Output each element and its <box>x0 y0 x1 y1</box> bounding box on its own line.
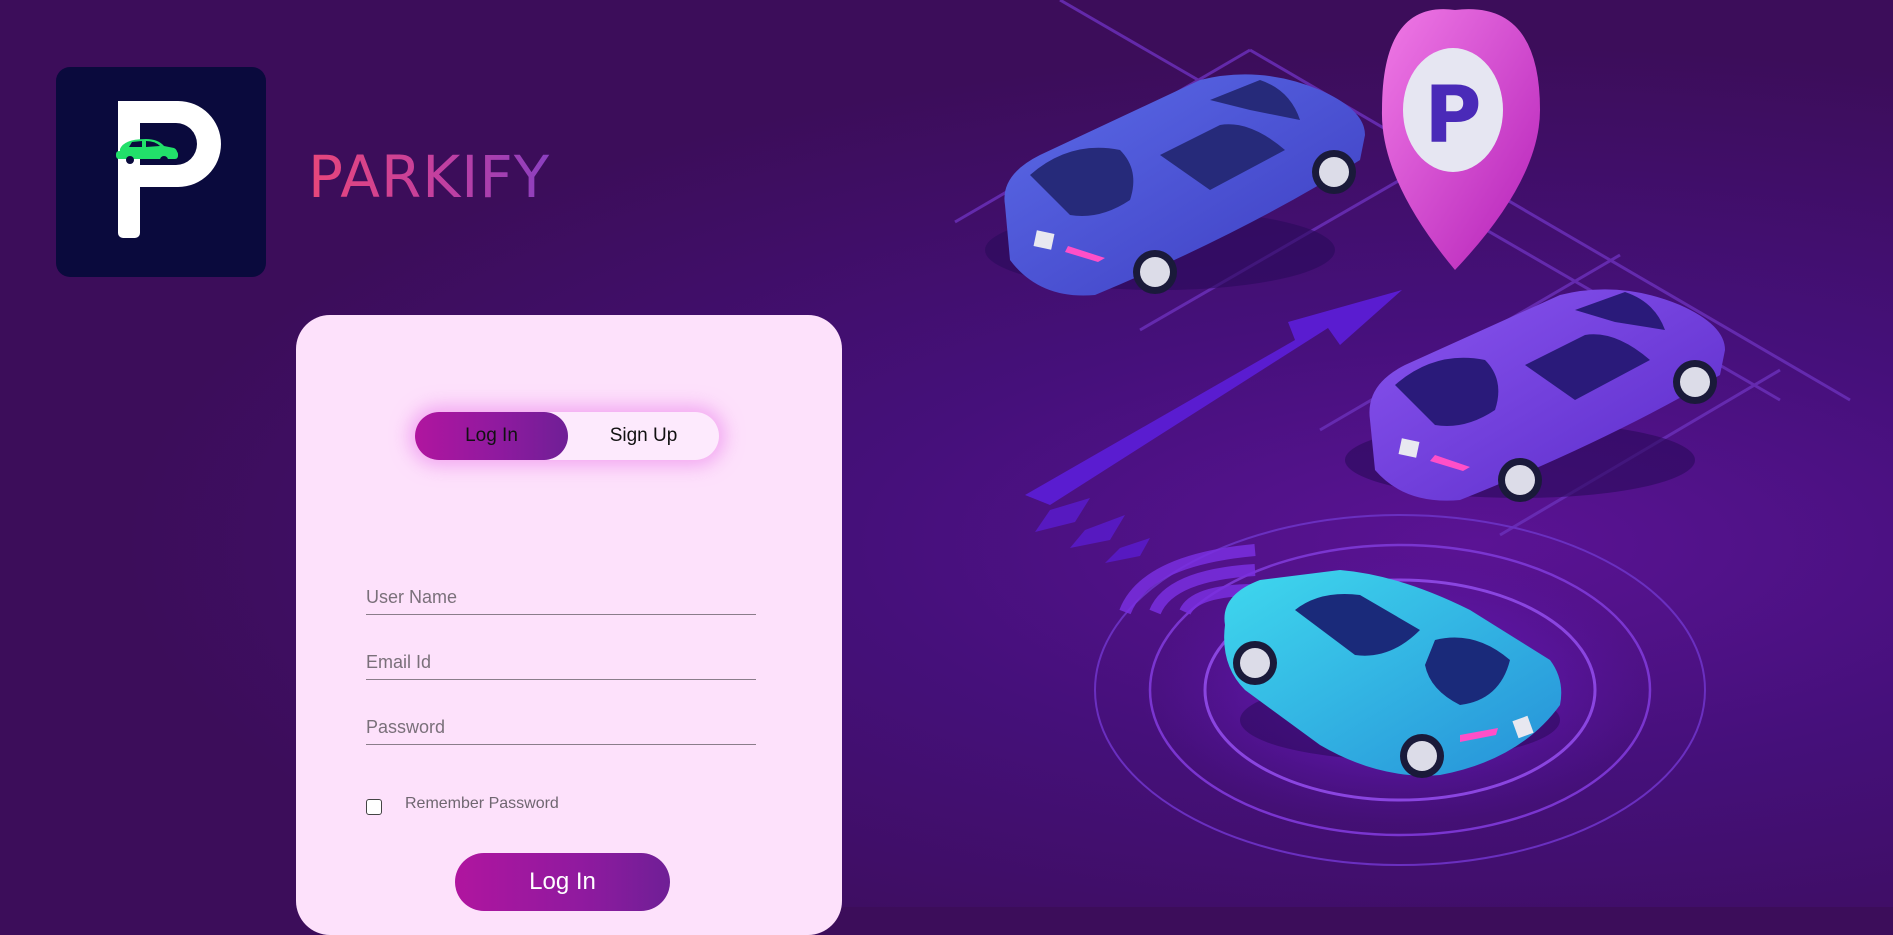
password-input[interactable] <box>366 710 756 745</box>
login-card: Log In Sign Up Remember Password Log In <box>296 315 842 935</box>
remember-password-label: Remember Password <box>405 795 559 812</box>
parking-illustration: P <box>954 0 1851 866</box>
auth-toggle: Log In Sign Up <box>415 412 719 460</box>
blue-car-icon <box>985 74 1365 296</box>
purple-car-icon <box>1345 289 1725 502</box>
parking-logo-icon <box>116 101 221 238</box>
pin-letter: P <box>1424 71 1481 161</box>
username-input[interactable] <box>366 580 756 615</box>
remember-password-row: Remember Password <box>366 795 559 815</box>
direction-arrow-icon <box>1025 290 1402 563</box>
brand-logo <box>56 67 266 277</box>
email-input[interactable] <box>366 645 756 680</box>
parking-pin-icon: P <box>1381 9 1540 271</box>
remember-password-checkbox[interactable] <box>366 799 382 815</box>
login-submit-button[interactable]: Log In <box>455 853 670 911</box>
tab-signup[interactable]: Sign Up <box>568 412 719 460</box>
brand-name: PARKIFY <box>308 143 551 211</box>
tab-login[interactable]: Log In <box>415 412 568 460</box>
